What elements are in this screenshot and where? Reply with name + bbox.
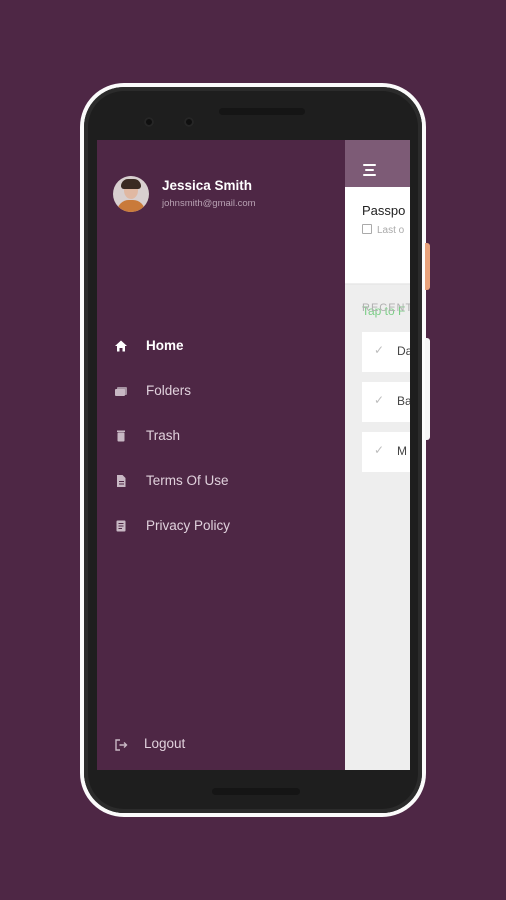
nav-item-label: Trash <box>146 428 181 443</box>
recent-item-label: Ba <box>397 394 410 408</box>
card-subtitle: Last o <box>362 224 404 236</box>
nav-item-privacy[interactable]: Privacy Policy <box>97 511 345 541</box>
recent-item-label: Da <box>397 344 410 358</box>
user-name: Jessica Smith <box>162 178 253 193</box>
front-camera <box>144 117 154 127</box>
recent-item[interactable]: ✓ M <box>362 432 410 472</box>
volume-button <box>425 338 430 440</box>
logout-button[interactable]: Logout <box>97 730 345 760</box>
card-divider <box>345 284 410 285</box>
recent-item[interactable]: ✓ Da <box>362 332 410 372</box>
nav-item-label: Folders <box>146 383 192 398</box>
trash-icon <box>117 430 125 442</box>
check-icon: ✓ <box>374 393 385 407</box>
policy-icon <box>116 520 126 532</box>
main-content: Passpo Last o Tap to F RECENT ✓ Da ✓ Ba … <box>345 140 410 770</box>
check-icon: ✓ <box>374 343 385 357</box>
nav-item-label: Terms Of Use <box>146 473 229 488</box>
logout-icon <box>115 739 128 751</box>
logout-label: Logout <box>144 736 186 751</box>
recent-heading: RECENT <box>362 302 410 314</box>
card-subtitle-text: Last o <box>377 225 405 236</box>
nav-item-label: Privacy Policy <box>146 518 231 533</box>
power-button <box>425 243 430 290</box>
front-sensor <box>184 117 194 127</box>
card-title: Passpo <box>362 203 406 218</box>
nav-item-terms[interactable]: Terms Of Use <box>97 466 345 496</box>
recent-item[interactable]: ✓ Ba <box>362 382 410 422</box>
document-card[interactable]: Passpo Last o Tap to F <box>345 187 410 318</box>
home-icon <box>115 340 127 352</box>
check-icon: ✓ <box>374 443 385 457</box>
document-icon <box>117 475 126 487</box>
user-email: johnsmith@gmail.com <box>162 198 256 209</box>
calendar-icon <box>362 224 372 234</box>
menu-icon[interactable] <box>363 164 376 179</box>
nav-item-folders[interactable]: Folders <box>97 376 345 406</box>
nav-item-home[interactable]: Home <box>97 331 345 361</box>
avatar[interactable] <box>113 176 149 212</box>
top-speaker <box>219 108 305 115</box>
bottom-speaker <box>212 788 300 795</box>
nav-item-trash[interactable]: Trash <box>97 421 345 451</box>
nav-item-label: Home <box>146 338 184 353</box>
app-screen: Passpo Last o Tap to F RECENT ✓ Da ✓ Ba … <box>97 140 410 770</box>
recent-item-label: M <box>397 444 407 458</box>
app-header <box>345 140 410 187</box>
navigation-drawer: Jessica Smith johnsmith@gmail.com Home F… <box>97 140 345 770</box>
folder-icon <box>115 387 127 396</box>
